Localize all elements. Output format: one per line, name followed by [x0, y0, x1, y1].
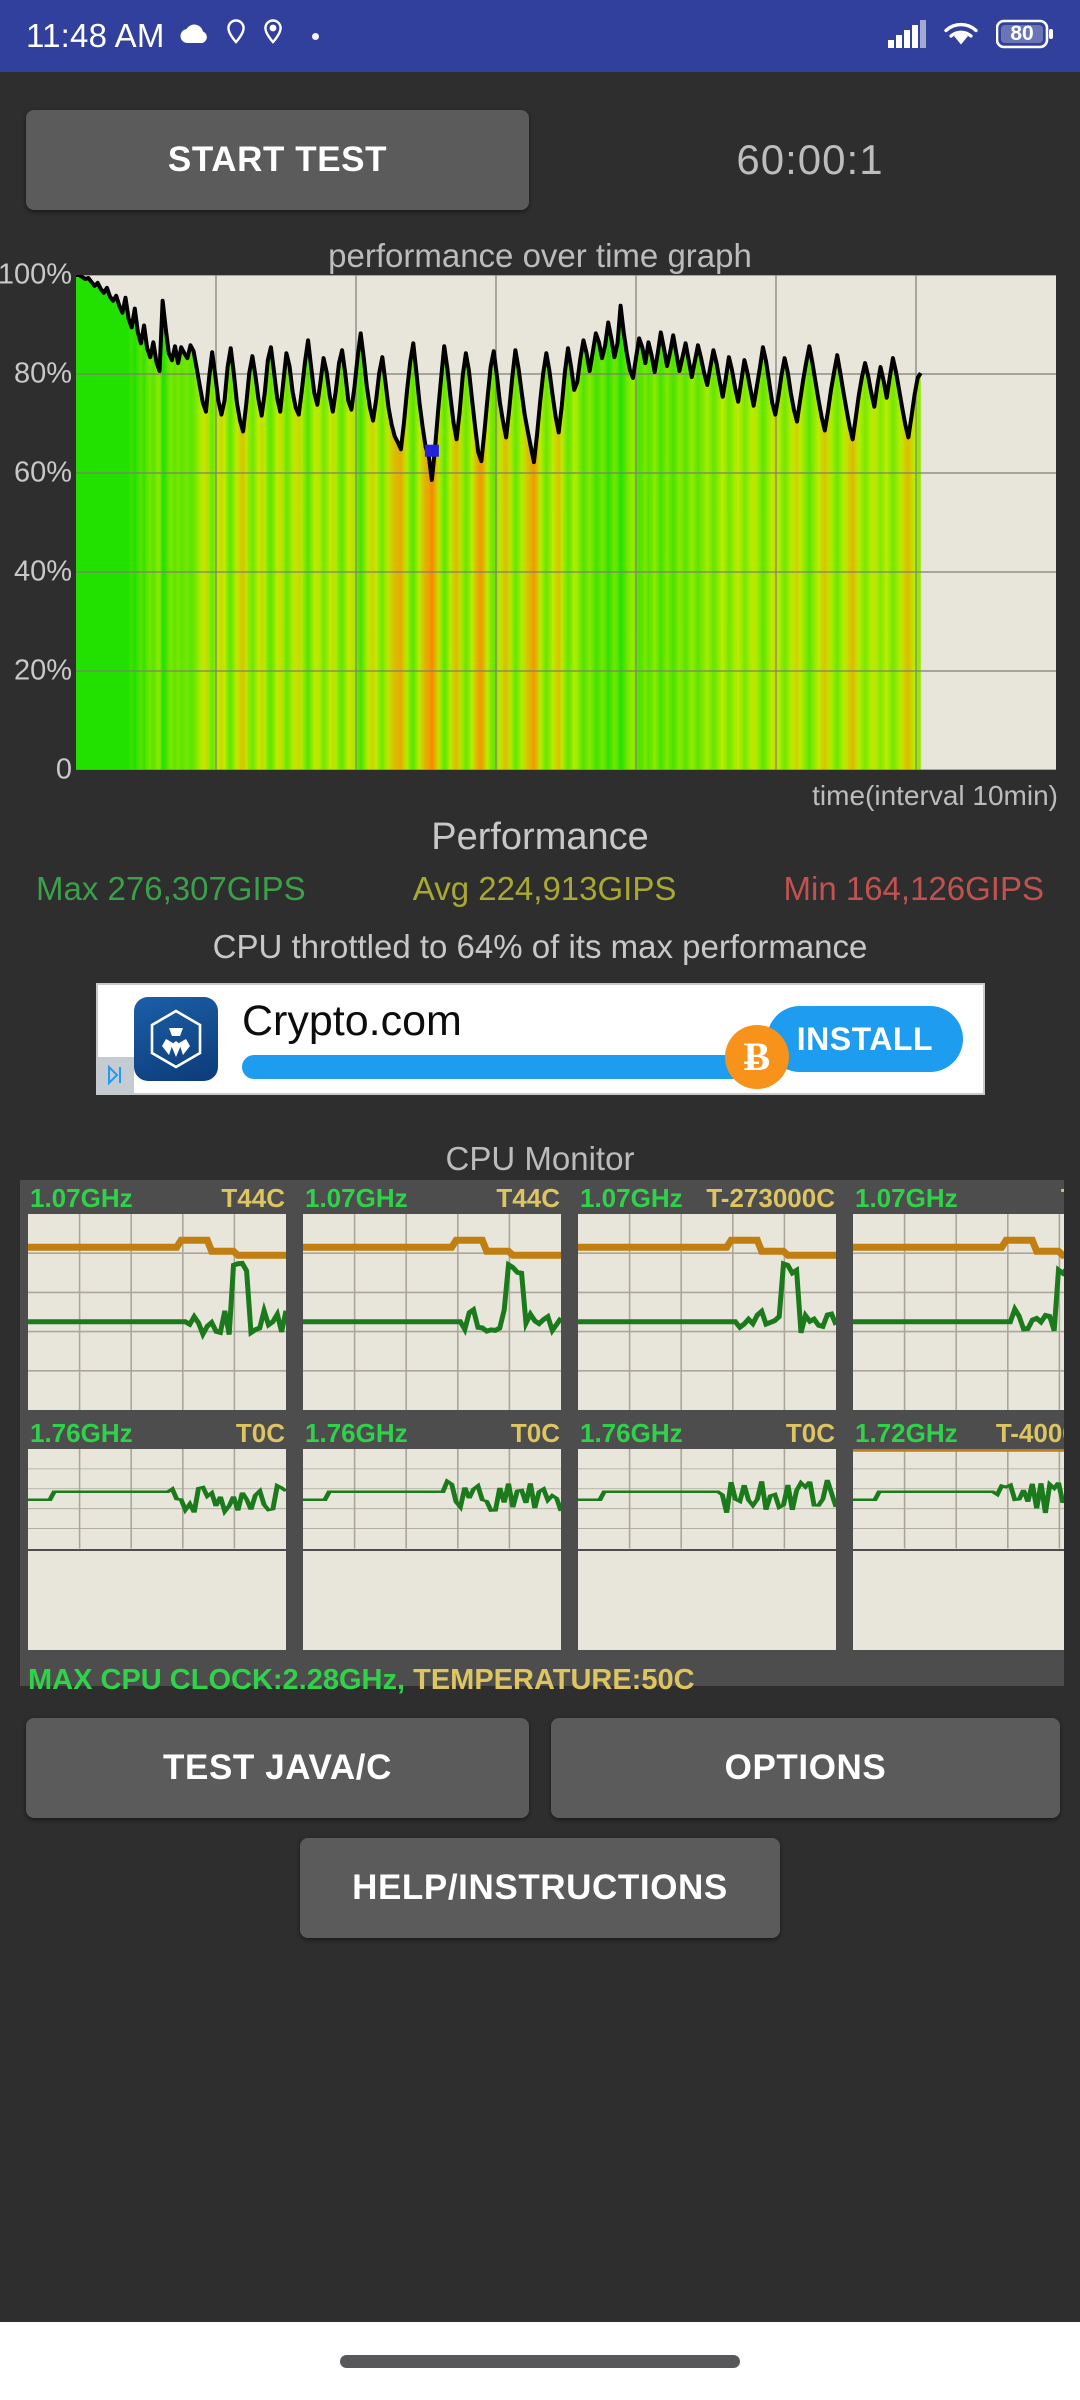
test-control-row: START TEST 60:00:1 [0, 110, 1080, 210]
cpu-core-labels: 1.07GHz T44C [28, 1184, 287, 1212]
battery-level-text: 80 [1010, 21, 1034, 45]
cpu-max-clock-value: MAX CPU CLOCK:2.28GHz, [28, 1664, 406, 1696]
performance-graph-y-axis: 100% 80% 60% 40% 20% 0 [0, 259, 76, 786]
performance-graph-x-axis-label: time(interval 10min) [812, 780, 1058, 811]
battery-icon: 80 [995, 19, 1054, 54]
cpu-core-frequency: 1.07GHz [305, 1183, 408, 1213]
performance-max-value: Max 276,307GIPS [36, 870, 306, 907]
status-bar-notification-icons [179, 18, 319, 54]
cpu-core-temperature: T0C [235, 1418, 285, 1448]
cpu-core-temperature: T-40000C [995, 1418, 1064, 1448]
system-navigation-bar [0, 2322, 1080, 2400]
y-axis-tick-label: 40% [13, 555, 72, 588]
cpu-core-grid: 1.07GHz T44C 1.07GHz T44C 1.07GHz T-273000C 1.… [20, 1180, 1064, 1650]
test-java-c-button[interactable]: TEST JAVA/C [26, 1718, 529, 1818]
cpu-core-card: 1.07GHz T44C [295, 1180, 570, 1415]
cpu-core-card: 1.07GHz T0C [845, 1180, 1064, 1415]
status-bar-clock: 11:48 AM [26, 17, 165, 54]
bitcoin-icon: Ƀ [724, 1024, 789, 1089]
ad-content: Crypto.com Ƀ [218, 996, 789, 1089]
cpu-core-card: 1.76GHz T0C [570, 1415, 845, 1650]
throttle-status-text: CPU throttled to 64% of its max performa… [212, 928, 868, 965]
cpu-core-chart [578, 1449, 836, 1549]
options-button[interactable]: OPTIONS [551, 1718, 1060, 1818]
cpu-core-chart [28, 1214, 289, 1411]
test-timer: 60:00:1 [736, 136, 884, 183]
cpu-core-temperature: T0C [785, 1418, 835, 1448]
cpu-monitor-panel: 1.07GHz T44C 1.07GHz T44C 1.07GHz T-273000C 1.… [20, 1180, 1064, 1686]
cpu-core-frequency: 1.07GHz [580, 1183, 683, 1213]
cpu-core-frequency: 1.76GHz [580, 1418, 683, 1448]
cpu-monitor-heading: CPU Monitor [445, 1140, 635, 1177]
ad-install-button[interactable]: INSTALL [766, 1006, 963, 1072]
cpu-core-chart [853, 1449, 1064, 1549]
cpu-core-labels: 1.07GHz T44C [303, 1184, 562, 1212]
help-instructions-button[interactable]: HELP/INSTRUCTIONS [300, 1838, 780, 1938]
performance-graph: 100% 80% 60% 40% 20% 0 [0, 259, 1080, 786]
cpu-core-card: 1.72GHz T-40000C [845, 1415, 1064, 1650]
cpu-core-frequency: 1.07GHz [30, 1183, 133, 1213]
cpu-core-frequency: 1.72GHz [855, 1418, 958, 1448]
cpu-core-labels: 1.76GHz T0C [578, 1419, 837, 1447]
cpu-core-labels: 1.76GHz T0C [303, 1419, 562, 1447]
cpu-core-temperature: T-273000C [706, 1183, 835, 1213]
cpu-core-chart [28, 1449, 286, 1549]
cpu-core-card: 1.76GHz T0C [295, 1415, 570, 1650]
ad-title: Crypto.com [242, 996, 462, 1045]
y-axis-tick-label: 100% [0, 258, 72, 291]
dot-icon [311, 32, 319, 40]
cpu-core-temperature: T0C [1061, 1184, 1064, 1212]
cpu-core-chart-lower [853, 1550, 1064, 1650]
cpu-temperature-value: TEMPERATURE:50C [413, 1664, 695, 1696]
cpu-core-chart-lower [303, 1550, 561, 1650]
ad-banner[interactable]: Crypto.com Ƀ INSTALL [96, 983, 985, 1095]
cpu-core-temperature: T44C [496, 1183, 560, 1213]
cpu-core-card: 1.07GHz T-273000C [570, 1180, 845, 1415]
app-screen: 11:48 AM 80 START TEST 60:00:1 performan… [0, 0, 1080, 2400]
cpu-core-frequency: 1.76GHz [30, 1418, 133, 1448]
location-filled-icon [263, 18, 283, 54]
cpu-core-labels: 1.72GHz T-40000C [853, 1419, 1064, 1447]
crypto-com-logo [134, 997, 218, 1081]
cpu-core-chart [303, 1214, 564, 1411]
cpu-core-chart [303, 1449, 561, 1549]
cpu-summary-line: MAX CPU CLOCK:2.28GHz, TEMPERATURE:50C [28, 1664, 1068, 1697]
status-bar-system-icons: 80 [888, 19, 1054, 54]
cpu-core-labels: 1.07GHz T0C [853, 1184, 1064, 1212]
cpu-core-chart [853, 1214, 1064, 1411]
performance-graph-svg [76, 275, 1056, 770]
performance-avg-value: Avg 224,913GIPS [412, 870, 677, 907]
performance-heading: Performance [431, 816, 649, 858]
cpu-core-card: 1.07GHz T44C [20, 1180, 295, 1415]
cpu-core-labels: 1.76GHz T0C [28, 1419, 287, 1447]
cpu-core-temperature: T0C [510, 1418, 560, 1448]
performance-stats-row: Max 276,307GIPS Avg 224,913GIPS Min 164,… [0, 870, 1080, 908]
cloud-icon [179, 23, 209, 50]
performance-graph-plot-area [76, 275, 1056, 770]
signal-icon [888, 19, 926, 53]
performance-area-fill [76, 275, 921, 770]
min-marker [424, 444, 439, 457]
cpu-core-chart-lower [28, 1550, 286, 1650]
cpu-core-frequency: 1.76GHz [305, 1418, 408, 1448]
y-axis-tick-label: 80% [13, 357, 72, 390]
status-bar: 11:48 AM 80 [0, 0, 1080, 72]
performance-min-value: Min 164,126GIPS [783, 870, 1045, 907]
y-axis-tick-label: 60% [13, 456, 72, 489]
location-outline-icon [226, 18, 246, 54]
wifi-icon [942, 20, 980, 53]
cpu-core-frequency: 1.07GHz [855, 1183, 958, 1213]
ad-progress-bar [242, 1054, 759, 1079]
cpu-core-chart-lower [578, 1550, 836, 1650]
ad-choices-icon[interactable] [98, 1057, 134, 1093]
gesture-handle[interactable] [340, 2354, 740, 2368]
cpu-core-card: 1.76GHz T0C [20, 1415, 295, 1650]
cpu-core-chart [578, 1214, 839, 1411]
y-axis-tick-label: 20% [13, 654, 72, 687]
cpu-core-labels: 1.07GHz T-273000C [578, 1184, 837, 1212]
performance-graph-title: performance over time graph [328, 237, 752, 274]
cpu-core-temperature: T44C [221, 1183, 285, 1213]
start-test-button[interactable]: START TEST [26, 110, 529, 210]
